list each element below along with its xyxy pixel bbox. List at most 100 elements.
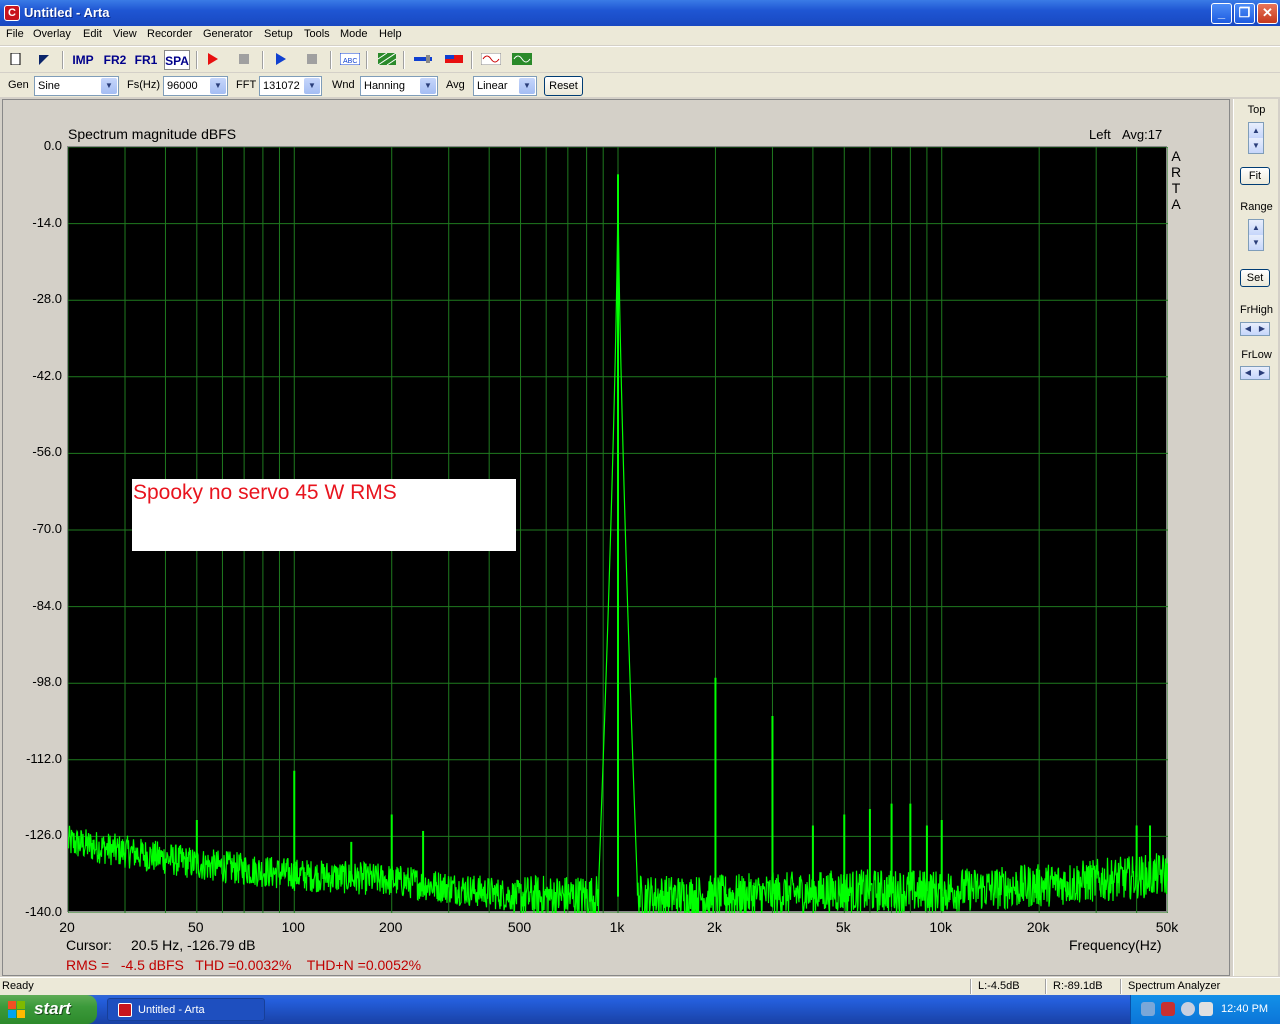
menu-overlay[interactable]: Overlay xyxy=(33,28,71,40)
start-button[interactable]: start xyxy=(0,995,97,1024)
status-separator xyxy=(970,979,972,994)
status-text: Ready xyxy=(2,980,34,992)
menu-tools[interactable]: Tools xyxy=(304,28,330,40)
volume-icon[interactable] xyxy=(1181,1002,1195,1016)
x-tick-label: 200 xyxy=(379,919,403,935)
plot-title: Spectrum magnitude dBFS xyxy=(68,126,237,142)
close-button[interactable]: ✕ xyxy=(1257,3,1278,24)
set-button[interactable]: Set xyxy=(1240,269,1270,287)
fs-select[interactable]: 96000 ▼ xyxy=(163,76,228,96)
avg-select[interactable]: Linear ▼ xyxy=(473,76,537,96)
chevron-right-icon[interactable]: ▶ xyxy=(1255,367,1269,379)
annotation-text: Spooky no servo 45 W RMS xyxy=(133,481,397,504)
cursor-label: Cursor: xyxy=(66,937,112,953)
toolbar-separator xyxy=(196,51,198,69)
x-tick-label: 5k xyxy=(835,919,851,935)
gen-select[interactable]: Sine ▼ xyxy=(34,76,119,96)
windows-logo-icon xyxy=(8,1001,25,1018)
range-spinner[interactable]: ▲ ▼ xyxy=(1248,219,1264,251)
generator-play-icon[interactable] xyxy=(274,53,288,65)
minimize-button[interactable]: _ xyxy=(1211,3,1232,24)
generator-stop-icon[interactable] xyxy=(305,53,319,65)
chevron-down-icon[interactable]: ▼ xyxy=(101,78,117,94)
new-file-icon[interactable] xyxy=(9,53,23,65)
chevron-up-icon[interactable]: ▲ xyxy=(1249,123,1263,138)
x-tick-label: 10k xyxy=(929,919,952,935)
fft-select[interactable]: 131072 ▼ xyxy=(259,76,322,96)
chevron-left-icon[interactable]: ◀ xyxy=(1241,323,1255,335)
watermark-letter: T xyxy=(1171,180,1181,196)
chevron-down-icon[interactable]: ▼ xyxy=(304,78,320,94)
spectrum-scope-icon[interactable] xyxy=(512,53,532,65)
taskbar-item-arta[interactable]: Untitled - Arta xyxy=(107,998,265,1021)
network-icon[interactable] xyxy=(1141,1002,1155,1016)
menu-generator[interactable]: Generator xyxy=(203,28,253,40)
annotation-icon[interactable]: ABC xyxy=(340,53,360,65)
app-icon xyxy=(118,1003,132,1017)
avg-label: Avg xyxy=(446,79,465,91)
toolbar-separator xyxy=(330,51,332,69)
stop-icon[interactable] xyxy=(237,53,251,65)
y-tick-label: -112.0 xyxy=(26,750,62,766)
fr1-mode-button[interactable]: FR1 xyxy=(133,50,159,70)
menu-help[interactable]: Help xyxy=(379,28,402,40)
watermark-letter: A xyxy=(1171,148,1181,164)
app-icon[interactable]: C xyxy=(4,5,20,21)
x-tick-label: 1k xyxy=(609,919,625,935)
menu-edit[interactable]: Edit xyxy=(83,28,102,40)
arta-watermark: ARTA xyxy=(1170,148,1182,212)
security-shield-icon[interactable] xyxy=(1161,1002,1175,1016)
y-tick-label: -140.0 xyxy=(25,904,62,919)
frhigh-spinner[interactable]: ◀ ▶ xyxy=(1240,322,1270,336)
wnd-label: Wnd xyxy=(332,79,355,91)
imp-mode-button[interactable]: IMP xyxy=(70,50,96,70)
system-tray: 12:40 PM xyxy=(1130,995,1280,1024)
record-play-icon[interactable] xyxy=(206,53,220,65)
fs-label: Fs(Hz) xyxy=(127,79,160,91)
controls-row: Gen Sine ▼ Fs(Hz) 96000 ▼ FFT 131072 ▼ W… xyxy=(0,73,1280,97)
menu-setup[interactable]: Setup xyxy=(264,28,293,40)
calibrate-icon[interactable] xyxy=(445,53,463,65)
menu-file[interactable]: File xyxy=(6,28,24,40)
frlow-spinner[interactable]: ◀ ▶ xyxy=(1240,366,1270,380)
fr2-mode-button[interactable]: FR2 xyxy=(102,50,128,70)
x-tick-label: 50k xyxy=(1155,919,1179,935)
frhigh-label: FrHigh xyxy=(1239,304,1273,316)
window-title: Untitled - Arta xyxy=(24,5,110,20)
level-meter-icon[interactable] xyxy=(414,53,432,65)
menu-recorder[interactable]: Recorder xyxy=(147,28,192,40)
watermark-letter: A xyxy=(1171,196,1181,212)
top-spinner[interactable]: ▲ ▼ xyxy=(1248,122,1264,154)
menu-view[interactable]: View xyxy=(113,28,137,40)
reset-button[interactable]: Reset xyxy=(544,76,583,96)
antivirus-icon[interactable] xyxy=(1199,1002,1213,1016)
chevron-down-icon[interactable]: ▼ xyxy=(420,78,436,94)
grid-icon[interactable] xyxy=(378,53,396,65)
spa-mode-button[interactable]: SPA xyxy=(164,50,190,70)
avg-value: Linear xyxy=(477,80,508,92)
fit-button[interactable]: Fit xyxy=(1240,167,1270,185)
annotation-box[interactable]: Spooky no servo 45 W RMS xyxy=(132,479,516,551)
chevron-down-icon[interactable]: ▼ xyxy=(1249,235,1263,250)
chevron-left-icon[interactable]: ◀ xyxy=(1241,367,1255,379)
open-file-icon[interactable] xyxy=(37,53,51,65)
maximize-button[interactable]: ❐ xyxy=(1234,3,1255,24)
right-level: R:-89.1dB xyxy=(1053,980,1103,992)
y-tick-label: 0.0 xyxy=(43,138,62,153)
chevron-down-icon[interactable]: ▼ xyxy=(210,78,226,94)
menu-mode[interactable]: Mode xyxy=(340,28,368,40)
y-tick-label: -84.0 xyxy=(32,597,62,613)
status-bar: Ready L:-4.5dB R:-89.1dB Spectrum Analyz… xyxy=(0,977,1280,995)
chevron-down-icon[interactable]: ▼ xyxy=(1249,138,1263,153)
x-tick-label: 100 xyxy=(281,919,305,935)
toolbar-separator xyxy=(262,51,264,69)
chevron-down-icon[interactable]: ▼ xyxy=(519,78,535,94)
watermark-letter: R xyxy=(1170,164,1182,180)
range-label: Range xyxy=(1240,201,1273,213)
oscilloscope-icon[interactable] xyxy=(481,53,501,65)
chevron-right-icon[interactable]: ▶ xyxy=(1255,323,1269,335)
chevron-up-icon[interactable]: ▲ xyxy=(1249,220,1263,235)
top-label: Top xyxy=(1247,104,1266,116)
mode-indicator: Spectrum Analyzer xyxy=(1128,980,1221,992)
wnd-select[interactable]: Hanning ▼ xyxy=(360,76,438,96)
